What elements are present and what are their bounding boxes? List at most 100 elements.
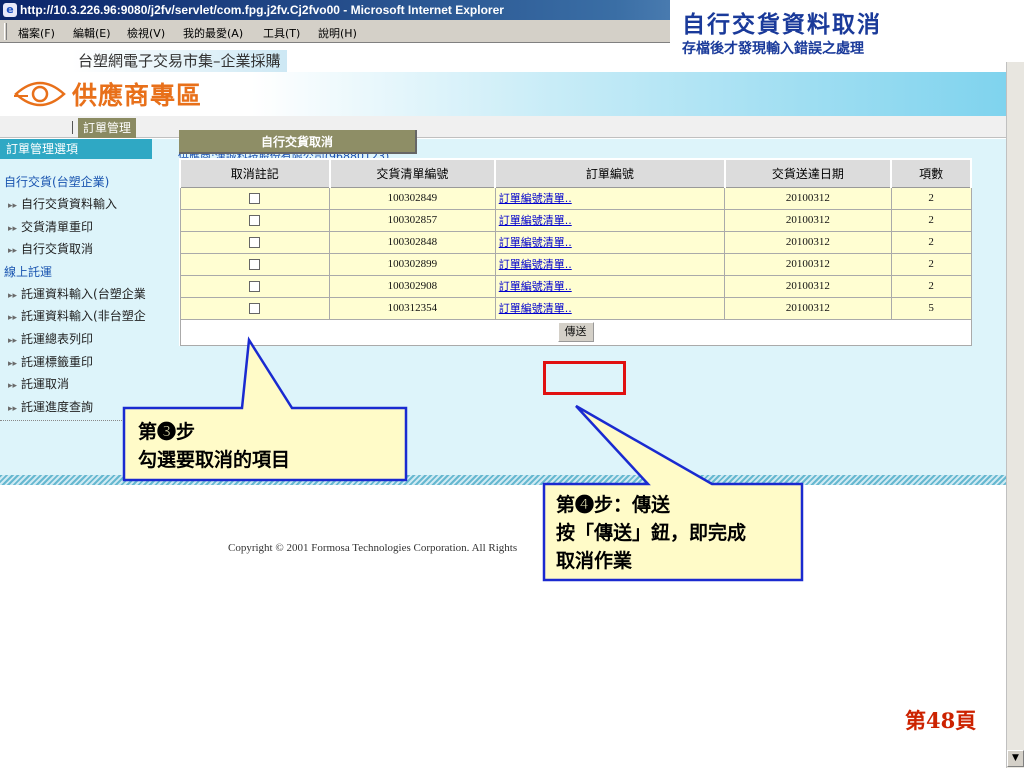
eye-logo-icon (14, 81, 66, 107)
list-no-cell: 100302848 (329, 230, 496, 254)
send-button[interactable]: 傳送 (557, 322, 594, 342)
order-list-link[interactable]: 訂單編號清單.. (499, 302, 572, 315)
scroll-down-icon[interactable]: ▼ (1007, 750, 1024, 767)
list-no-cell: 100312354 (329, 296, 496, 320)
menu-edit[interactable]: 編輯(E) (73, 25, 111, 41)
tab-separator (72, 121, 73, 134)
list-no-cell: 100302908 (329, 274, 496, 298)
sidebar-item-label: 託運總表列印 (21, 331, 94, 346)
sidebar-item-ship-cancel[interactable]: ▸▸ 託運取消 (0, 373, 160, 396)
arrow-icon: ▸▸ (8, 313, 18, 324)
list-no-cell: 100302849 (329, 186, 496, 210)
col-list-no: 交貨清單編號 (328, 158, 497, 188)
menu-view[interactable]: 檢視(V) (127, 25, 165, 41)
order-cell: 訂單編號清單.. (494, 296, 726, 320)
sidebar-group-online-shipping[interactable]: 線上託運 (0, 261, 170, 283)
arrow-icon: ▸▸ (8, 335, 18, 346)
send-button-highlight (543, 361, 626, 395)
sidebar-item-label: 託運資料輸入(非台塑企 (21, 309, 146, 324)
order-cell: 訂單編號清單.. (494, 230, 726, 254)
cancel-cell (179, 274, 331, 298)
sidebar-item-label: 自行交貨資料輸入 (21, 197, 118, 211)
sidebar-item-ship-input-nonfpg[interactable]: ▸▸ 託運資料輸入(非台塑企 (0, 305, 160, 328)
sidebar-item-ship-summary[interactable]: ▸▸ 託運總表列印 (0, 328, 160, 351)
slide-page-number: 第48頁 (905, 708, 977, 733)
count-cell: 5 (890, 296, 972, 320)
table-row: 100302908 訂單編號清單.. 20100312 2 (179, 274, 972, 298)
col-delivery-date: 交貨送達日期 (723, 158, 893, 188)
order-cell: 訂單編號清單.. (494, 208, 726, 232)
sidebar-nav: 自行交貨(台塑企業) ▸▸ 自行交貨資料輸入 ▸▸ 交貨清單重印 ▸▸ 自行交貨取消 … (0, 171, 170, 422)
sidebar-item-ship-input-fpg[interactable]: ▸▸ 託運資料輸入(台塑企業 (0, 283, 160, 306)
order-list-link[interactable]: 訂單編號清單.. (499, 280, 572, 293)
step4-text-2: 取消作業 (556, 550, 633, 572)
col-order-no: 訂單編號 (494, 158, 726, 188)
cancel-checkbox[interactable] (249, 236, 261, 248)
sidebar-item-delivery-input[interactable]: ▸▸ 自行交貨資料輸入 (0, 193, 160, 216)
order-list-link[interactable]: 訂單編號清單.. (499, 214, 572, 227)
menu-tools[interactable]: 工具(T) (263, 25, 300, 41)
delivery-cancel-table: 取消註記 交貨清單編號 訂單編號 交貨送達日期 項數 100302849 訂單編… (179, 158, 972, 346)
step3-text: 勾選要取消的項目 (138, 449, 291, 471)
step4-title: 第❹步：傳送 (556, 494, 671, 516)
col-cancel-mark: 取消註記 (179, 158, 331, 188)
form-title: 自行交貨取消 (179, 130, 417, 154)
arrow-icon: ▸▸ (8, 403, 18, 414)
cancel-cell (179, 230, 331, 254)
col-item-count: 項數 (890, 158, 972, 188)
date-cell: 20100312 (724, 274, 892, 298)
step3-callout: 第❸步 勾選要取消的項目 (138, 418, 290, 474)
arrow-icon: ▸▸ (8, 223, 18, 234)
count-cell: 2 (890, 186, 972, 210)
sidebar-item-label: 託運取消 (21, 377, 70, 392)
table-row: 100302848 訂單編號清單.. 20100312 2 (179, 230, 972, 254)
cancel-checkbox[interactable] (249, 192, 261, 204)
sidebar-item-ship-progress[interactable]: ▸▸ 託運進度查詢 (0, 396, 160, 419)
cancel-checkbox[interactable] (249, 280, 261, 292)
footer-hatch-band (0, 475, 1006, 485)
web-page: 台塑網電子交易市集–企業採購 供應商專區 訂單管理 訂單管理選項 自行交貨(台塑… (0, 44, 1006, 750)
list-no-cell: 100302857 (329, 208, 496, 232)
order-list-link[interactable]: 訂單編號清單.. (499, 236, 572, 249)
tab-bar: 訂單管理 (0, 116, 1006, 138)
menu-help[interactable]: 說明(H) (318, 25, 357, 41)
arrow-icon: ▸▸ (8, 358, 18, 369)
step4-text-1: 按「傳送」鈕，即完成 (556, 522, 747, 544)
sidebar-item-label: 自行交貨取消 (21, 242, 94, 257)
cancel-checkbox[interactable] (249, 214, 261, 226)
count-cell: 2 (890, 208, 972, 232)
sidebar-heading: 訂單管理選項 (0, 139, 152, 159)
copyright-text: Copyright © 2001 Formosa Technologies Co… (228, 542, 518, 554)
table-row: 100302899 訂單編號清單.. 20100312 2 (179, 252, 972, 276)
sidebar-group-self-delivery[interactable]: 自行交貨(台塑企業) (0, 171, 170, 193)
toolbar-grip[interactable] (4, 23, 7, 40)
sidebar-divider (0, 420, 160, 422)
table-row: 100312354 訂單編號清單.. 20100312 5 (179, 296, 972, 320)
vertical-scrollbar[interactable]: ▲ ▼ (1006, 44, 1024, 768)
sidebar-item-label: 託運進度查詢 (21, 399, 94, 414)
sidebar-item-delivery-cancel[interactable]: ▸▸ 自行交貨取消 (0, 238, 160, 261)
sidebar-item-label: 託運資料輸入(台塑企業 (21, 286, 146, 301)
cancel-cell (179, 296, 331, 320)
sidebar-item-list-reprint[interactable]: ▸▸ 交貨清單重印 (0, 216, 160, 239)
sidebar-item-label-reprint[interactable]: ▸▸ 託運標籤重印 (0, 351, 160, 374)
order-cell: 訂單編號清單.. (494, 186, 726, 210)
cancel-checkbox[interactable] (249, 302, 261, 314)
step3-title: 第❸步 (138, 421, 196, 443)
date-cell: 20100312 (724, 208, 892, 232)
cancel-cell (179, 186, 331, 210)
list-no-cell: 100302899 (329, 252, 496, 276)
order-list-link[interactable]: 訂單編號清單.. (499, 258, 572, 271)
arrow-icon: ▸▸ (8, 201, 18, 211)
tab-order-management[interactable]: 訂單管理 (78, 118, 137, 138)
market-name: 台塑網電子交易市集–企業採購 (72, 50, 287, 72)
banner: 供應商專區 (0, 72, 1006, 116)
menu-file[interactable]: 檔案(F) (18, 25, 55, 41)
count-cell: 2 (890, 230, 972, 254)
date-cell: 20100312 (724, 252, 892, 276)
slide-title: 自行交貨資料取消 (682, 11, 882, 38)
table-row: 100302857 訂單編號清單.. 20100312 2 (179, 208, 972, 232)
cancel-checkbox[interactable] (249, 258, 261, 270)
order-list-link[interactable]: 訂單編號清單.. (499, 192, 572, 205)
menu-favorites[interactable]: 我的最愛(A) (183, 25, 243, 41)
